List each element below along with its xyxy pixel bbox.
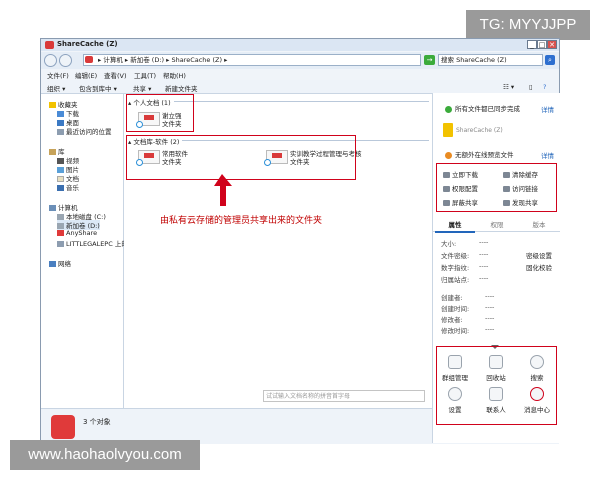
folder-icon (443, 123, 453, 137)
maximize-button[interactable]: □ (537, 40, 547, 49)
settings-label[interactable]: 设置 (441, 404, 469, 414)
message-icon[interactable] (530, 387, 544, 401)
offline-status: 无额外在线预览文件 (445, 149, 514, 159)
help-icon[interactable]: ? (543, 83, 546, 91)
address-bar: ▸ 计算机 ▸ 新加卷 (D:) ▸ ShareCache (Z) ▸ → 搜索… (41, 52, 559, 69)
trash-icon (503, 172, 510, 178)
block-share-button[interactable]: 屏蔽共享 (443, 197, 478, 207)
block-icon (443, 200, 450, 206)
prop-creator: 创建者: ---- (441, 292, 495, 302)
library-icon (49, 149, 56, 155)
network-drive-icon (57, 241, 64, 247)
anyshare-icon (57, 230, 64, 236)
shared-folders-highlight (126, 135, 356, 180)
watermark-top: TG: MYYJJPP (466, 10, 590, 40)
menu-file[interactable]: 文件(F) (47, 70, 69, 80)
offline-icon (445, 151, 452, 159)
clear-cache-button[interactable]: 清除缓存 (503, 169, 538, 179)
prop-site: 归属站点: ---- (441, 274, 489, 284)
group-manage-label[interactable]: 群组管理 (441, 372, 469, 382)
prop-modified-time: 修改时间: ---- (441, 325, 495, 335)
prop-classification: 文件密级: ---- (441, 250, 489, 260)
drive-icon (85, 56, 93, 63)
close-button[interactable]: ✕ (547, 40, 557, 49)
item-count: 3 个对象 (83, 418, 111, 426)
menu-help[interactable]: 帮助(H) (163, 70, 186, 80)
go-button[interactable]: → (424, 55, 435, 65)
download-icon (443, 172, 450, 178)
nav-music[interactable]: 音乐 (57, 182, 79, 192)
share-button[interactable]: 共享 ▾ (133, 83, 151, 93)
details-panel: 所有文件都已同步完成 详情 ShareCache (Z) 无额外在线预览文件 详… (432, 93, 560, 443)
star-icon (49, 102, 56, 108)
network-icon (49, 261, 56, 267)
anyshare-logo-icon (51, 415, 75, 439)
recycle-icon[interactable] (489, 355, 503, 369)
group-icon[interactable] (448, 355, 462, 369)
check-icon (445, 105, 452, 113)
permission-config-button[interactable]: 权限配置 (443, 183, 478, 193)
annotation-text: 由私有云存储的管理员共享出来的文件夹 (160, 216, 323, 226)
prop-modifier: 修改者: ---- (441, 314, 495, 324)
link-icon (503, 186, 510, 192)
tab-permissions[interactable]: 权限 (477, 219, 517, 231)
menu-view[interactable]: 查看(V) (104, 70, 127, 80)
tab-properties[interactable]: 属性 (435, 219, 475, 233)
prop-fingerprint: 数字指纹: ---- (441, 262, 489, 272)
search-label[interactable]: 搜索 (523, 372, 551, 382)
new-folder-button[interactable]: 新建文件夹 (165, 83, 198, 93)
discover-share-button[interactable]: 发现共享 (503, 197, 538, 207)
minimize-button[interactable]: _ (527, 40, 537, 49)
toolbar: 组织 ▾ 包含到库中 ▾ 共享 ▾ 新建文件夹 ☷ ▾ ▯ ? (41, 80, 559, 94)
group-divider (174, 101, 429, 102)
title-bar: ShareCache (Z) _ □ ✕ (41, 39, 559, 51)
forward-button[interactable] (59, 54, 72, 67)
annotation-arrow (214, 174, 232, 206)
recent-icon (57, 129, 64, 135)
watermark-bottom: www.haohaolvyou.com (10, 440, 200, 470)
menu-edit[interactable]: 编辑(E) (75, 70, 97, 80)
document-search-input[interactable]: 试试输入文档名称的拼音首字母 (263, 390, 425, 402)
classification-setting-button[interactable]: 密级设置 (526, 250, 552, 260)
app-logo-icon (45, 41, 54, 49)
nav-network[interactable]: 网络 (49, 258, 71, 268)
search-icon[interactable]: ⌕ (545, 55, 555, 65)
share-icon (443, 186, 450, 192)
download-now-button[interactable]: 立即下载 (443, 169, 478, 179)
organize-button[interactable]: 组织 ▾ (47, 83, 65, 93)
tab-versions[interactable]: 版本 (519, 219, 559, 231)
view-options-icon[interactable]: ☷ ▾ (503, 83, 514, 91)
discover-icon (503, 200, 510, 206)
nav-anyshare[interactable]: AnyShare (57, 229, 97, 237)
access-link-button[interactable]: 访问链接 (503, 183, 538, 193)
sync-details-link[interactable]: 详情 (541, 104, 554, 114)
message-center-label[interactable]: 消息中心 (519, 404, 555, 414)
contacts-label[interactable]: 联系人 (482, 404, 510, 414)
personal-doc-highlight (126, 94, 194, 132)
navigation-pane: 收藏夹 下载 桌面 最近访问的位置 库 视频 图片 文档 音乐 计算机 本地磁盘… (41, 94, 128, 408)
menu-tools[interactable]: 工具(T) (134, 70, 156, 80)
back-button[interactable] (44, 54, 57, 67)
offline-details-link[interactable]: 详情 (541, 150, 554, 160)
include-library-button[interactable]: 包含到库中 ▾ (79, 83, 117, 93)
details-tabs: 属性 权限 版本 (433, 219, 560, 233)
preview-pane-icon[interactable]: ▯ (529, 83, 533, 91)
window-title: ShareCache (Z) (57, 40, 118, 48)
search-icon[interactable] (530, 355, 544, 369)
gear-icon[interactable] (448, 387, 462, 401)
sync-status: 所有文件都已同步完成 (445, 103, 520, 113)
prop-created-time: 创建时间: ---- (441, 303, 495, 313)
verify-button[interactable]: 固化校验 (526, 262, 552, 272)
prop-size: 大小: ---- (441, 238, 489, 248)
menu-bar: 文件(F) 编辑(E) 查看(V) 工具(T) 帮助(H) (41, 70, 559, 80)
folder-info: ShareCache (Z) (443, 123, 503, 137)
nav-littlegale[interactable]: LITTLEGALEPC 上的 (57, 238, 128, 248)
nav-recent[interactable]: 最近访问的位置 (57, 126, 112, 136)
recycle-bin-label[interactable]: 回收站 (482, 372, 510, 382)
computer-icon (49, 205, 56, 211)
address-input[interactable]: ▸ 计算机 ▸ 新加卷 (D:) ▸ ShareCache (Z) ▸ (83, 54, 421, 66)
music-icon (57, 185, 64, 191)
contact-icon[interactable] (489, 387, 503, 401)
search-input[interactable]: 搜索 ShareCache (Z) (438, 54, 543, 66)
